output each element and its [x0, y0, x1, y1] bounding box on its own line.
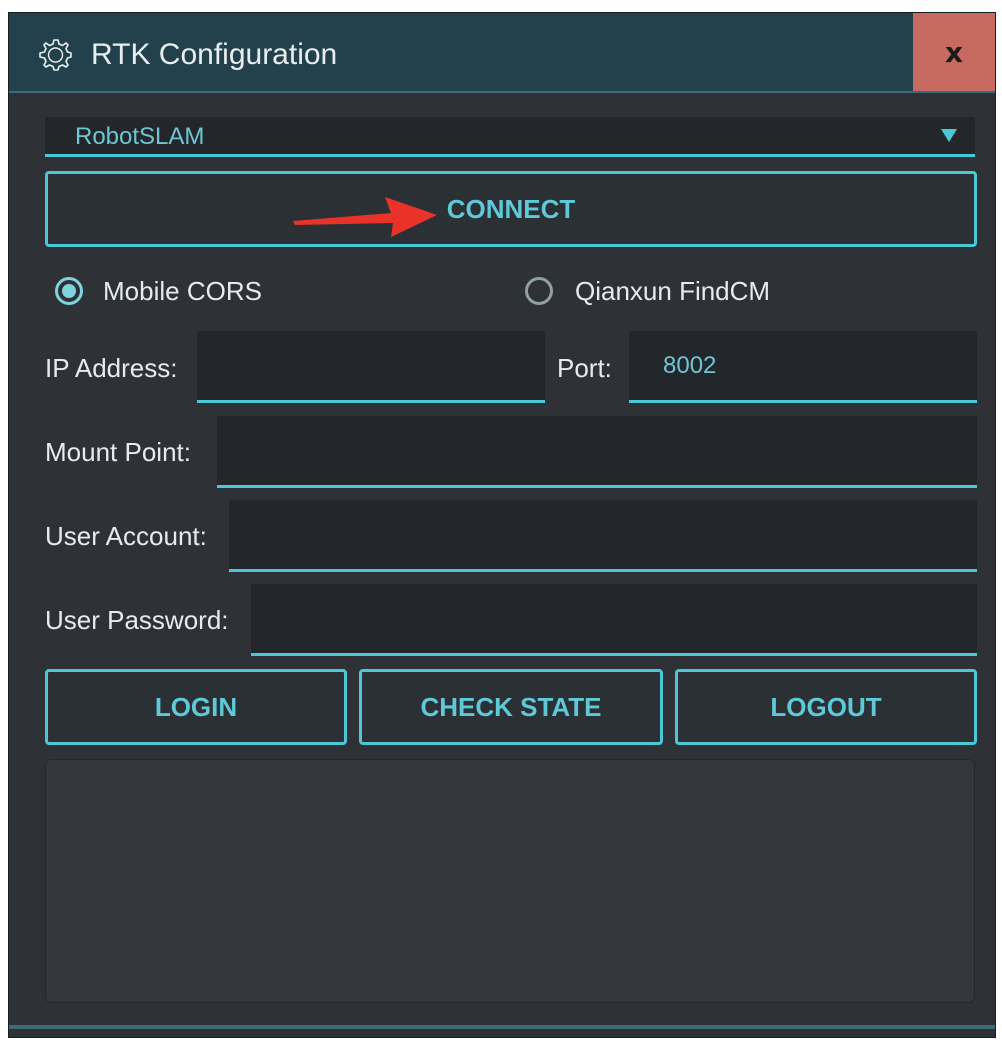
login-button[interactable]: LOGIN — [45, 669, 347, 745]
connect-button[interactable]: CONNECT — [45, 171, 977, 247]
port-label: Port: — [557, 353, 612, 383]
user-password-label: User Password: — [45, 605, 229, 635]
ip-address-input[interactable] — [197, 331, 545, 403]
user-account-input[interactable] — [229, 500, 977, 572]
red-arrow-annotation-icon — [293, 197, 437, 237]
user-account-label: User Account: — [45, 521, 207, 551]
ip-address-label: IP Address: — [45, 353, 178, 383]
bottom-divider — [9, 1025, 995, 1029]
mode-radio-qianxun-findcm[interactable] — [525, 277, 553, 305]
gear-icon — [39, 39, 72, 71]
port-input[interactable] — [629, 331, 977, 403]
device-select-value: RobotSLAM — [75, 123, 205, 150]
status-log-area[interactable] — [45, 759, 975, 1003]
close-button[interactable]: x — [913, 13, 995, 91]
title-bar[interactable]: RTK Configuration x — [9, 13, 995, 93]
logout-button[interactable]: LOGOUT — [675, 669, 977, 745]
check-state-button[interactable]: CHECK STATE — [359, 669, 663, 745]
user-password-input[interactable] — [251, 584, 977, 656]
mode-radio-mobile-cors[interactable] — [55, 277, 83, 305]
device-select[interactable]: RobotSLAM — [45, 117, 975, 157]
triangle-down-icon — [941, 129, 957, 142]
mount-point-input[interactable] — [217, 416, 977, 488]
mode-label-qianxun-findcm: Qianxun FindCM — [575, 276, 771, 306]
rtk-configuration-window: RTK Configuration x RobotSLAM CONNECT Mo… — [8, 12, 996, 1038]
mount-point-label: Mount Point: — [45, 437, 191, 467]
window-title: RTK Configuration — [91, 38, 338, 71]
mode-label-mobile-cors: Mobile CORS — [103, 276, 262, 306]
